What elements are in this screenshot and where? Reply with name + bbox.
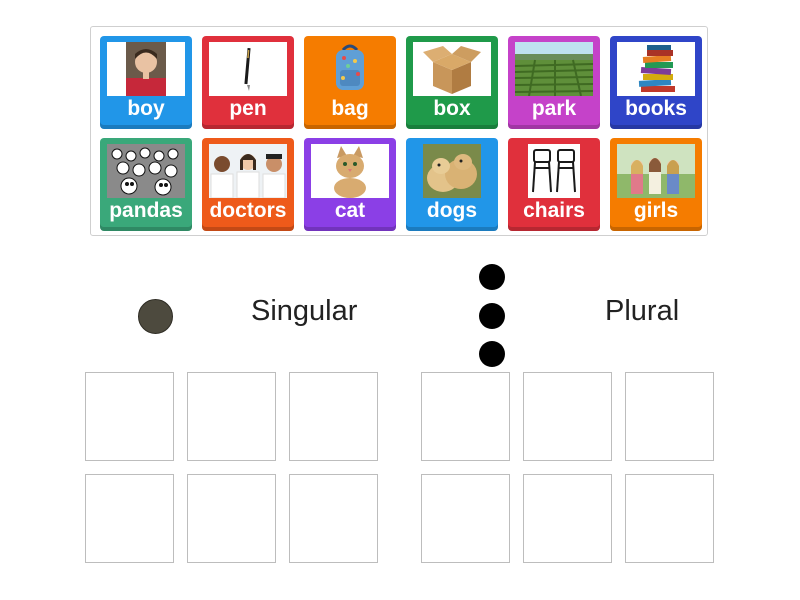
box-photo — [413, 42, 491, 96]
singular-drop-slot[interactable] — [187, 372, 276, 461]
tile-pandas[interactable]: pandas — [100, 138, 192, 231]
tile-label: dogs — [426, 199, 478, 222]
singular-drop-slot[interactable] — [85, 474, 174, 563]
tile-cat[interactable]: cat — [304, 138, 396, 231]
tile-label: box — [433, 97, 471, 120]
tile-box[interactable]: box — [406, 36, 498, 129]
plural-drop-slot[interactable] — [523, 474, 612, 563]
tile-label: cat — [334, 199, 366, 222]
tile-doctors[interactable]: doctors — [202, 138, 294, 231]
girls-photo — [617, 144, 695, 198]
tile-label: boy — [127, 97, 165, 120]
tile-label: books — [625, 97, 687, 120]
tile-park[interactable]: park — [508, 36, 600, 129]
pandas-photo — [107, 144, 185, 198]
park-photo — [515, 42, 593, 96]
pen-photo — [209, 42, 287, 96]
tile-label: bag — [331, 97, 369, 120]
tile-label: park — [531, 97, 577, 120]
tile-label: pen — [229, 97, 267, 120]
tile-books[interactable]: books — [610, 36, 702, 129]
singular-drop-slot[interactable] — [289, 474, 378, 563]
bag-photo — [311, 42, 389, 96]
plural-drop-slot[interactable] — [421, 474, 510, 563]
plural-heading: Plural — [605, 295, 680, 327]
cat-photo — [311, 144, 389, 198]
boy-photo — [107, 42, 185, 96]
tile-bag[interactable]: bag — [304, 36, 396, 129]
books-photo — [617, 42, 695, 96]
tile-label: doctors — [209, 199, 287, 222]
tile-label: pandas — [109, 199, 183, 222]
tile-chairs[interactable]: chairs — [508, 138, 600, 231]
tile-pen[interactable]: pen — [202, 36, 294, 129]
tile-girls[interactable]: girls — [610, 138, 702, 231]
vertical-dots-menu-icon[interactable] — [478, 264, 506, 368]
doctors-photo — [209, 144, 287, 198]
singular-drop-slot[interactable] — [85, 372, 174, 461]
singular-drop-slot[interactable] — [187, 474, 276, 563]
dogs-photo — [413, 144, 491, 198]
tile-boy[interactable]: boy — [100, 36, 192, 129]
singular-heading: Singular — [251, 295, 358, 327]
word-tray: boy pen bag box park books pandas doctor… — [90, 26, 708, 236]
plural-drop-slot[interactable] — [421, 372, 510, 461]
plural-drop-slot[interactable] — [625, 474, 714, 563]
chairs-photo — [515, 144, 593, 198]
singular-drop-slot[interactable] — [289, 372, 378, 461]
drag-handle-dot[interactable] — [138, 299, 173, 334]
tile-label: chairs — [523, 199, 585, 222]
tile-label: girls — [633, 199, 679, 222]
plural-drop-slot[interactable] — [523, 372, 612, 461]
tile-dogs[interactable]: dogs — [406, 138, 498, 231]
plural-drop-slot[interactable] — [625, 372, 714, 461]
